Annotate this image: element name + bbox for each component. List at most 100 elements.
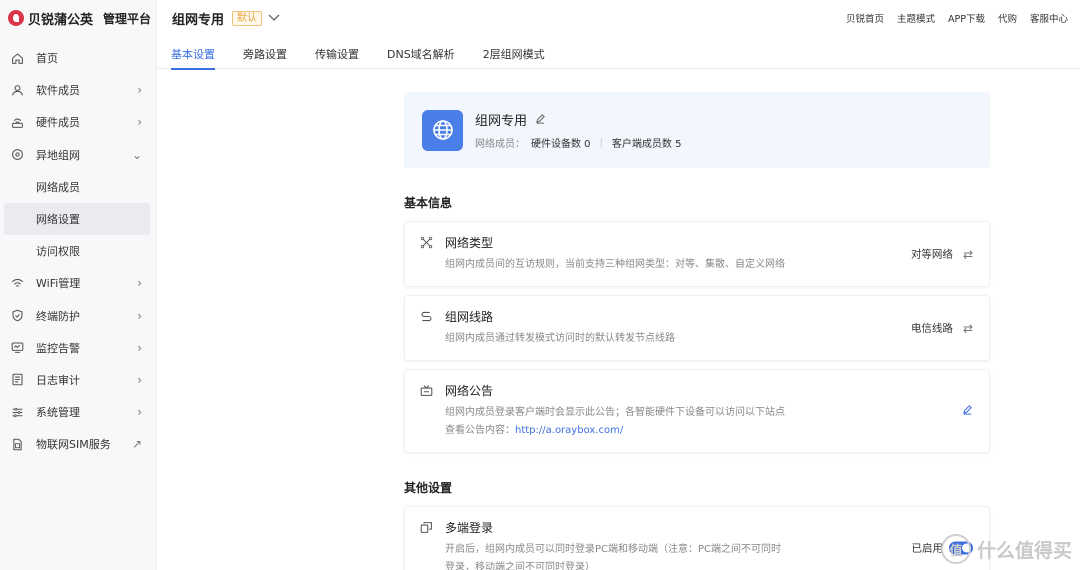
- top-links: 贝锐首页 主题模式 APP下载 代购 客服中心: [846, 0, 1068, 36]
- announcement-view-label: 查看公告内容：: [445, 425, 515, 436]
- row-title: 网络类型: [445, 236, 494, 250]
- sidebar-nav: 首页 软件成员 › 硬件成员 › 异地组网 ⌄ 网络成员 网络设置 访问权限 W…: [0, 42, 156, 460]
- top-header: 组网专用 默认 贝锐首页 主题模式 APP下载 代购 客服中心: [157, 0, 1080, 36]
- wifi-icon: [10, 276, 24, 290]
- settings-tabs: 基本设置 旁路设置 传输设置 DNS域名解析 2层组网模式: [157, 36, 1080, 70]
- multi-login-desc: 开启后，组网内成员可以同时登录PC端和移动端（注意：PC端之间不可同时: [445, 544, 782, 555]
- chevron-right-icon: ›: [137, 372, 142, 387]
- network-name: 组网专用: [475, 114, 528, 129]
- chevron-down-icon[interactable]: [268, 11, 280, 25]
- announcement-link[interactable]: http://a.oraybox.com/: [515, 425, 623, 436]
- main-content: 组网专用 网络成员： 硬件设备数 0 | 客户端成员数 5 基本信息 网络类型 …: [404, 92, 990, 570]
- sidebar-item-log-audit[interactable]: 日志审计 ›: [0, 364, 156, 396]
- sidebar-item-label: 软件成员: [36, 84, 80, 98]
- sidebar-item-label: 终端防护: [36, 309, 80, 323]
- announcement-desc: 组网内成员登录客户端时会显示此公告；各智能硬件下设备可以访问以下站点: [445, 407, 785, 418]
- link-support-center[interactable]: 客服中心: [1030, 11, 1068, 25]
- link-theme-mode[interactable]: 主题模式: [897, 11, 935, 25]
- sim-icon: [10, 437, 24, 451]
- sidebar-item-hardware-members[interactable]: 硬件成员 ›: [0, 106, 156, 138]
- shield-icon: [10, 309, 24, 323]
- brand[interactable]: 贝锐蒲公英 管理平台: [0, 0, 156, 36]
- watermark: 值 什么值得买: [940, 534, 1072, 564]
- link-oray-home[interactable]: 贝锐首页: [846, 11, 884, 25]
- tab-bypass-settings[interactable]: 旁路设置: [243, 36, 287, 69]
- basic-info-heading: 基本信息: [404, 196, 453, 210]
- sidebar-item-software-members[interactable]: 软件成员 ›: [0, 74, 156, 106]
- sidebar-item-label: 访问权限: [36, 245, 80, 259]
- sidebar-item-remote-network[interactable]: 异地组网 ⌄: [0, 139, 156, 171]
- user-icon: [10, 83, 24, 97]
- sidebar-item-access-permissions[interactable]: 访问权限: [0, 235, 156, 267]
- link-app-download[interactable]: APP下载: [948, 11, 985, 25]
- network-announcement-row[interactable]: 网络公告 组网内成员登录客户端时会显示此公告；各智能硬件下设备可以访问以下站点 …: [404, 369, 990, 453]
- log-icon: [10, 373, 24, 387]
- row-description: 开启后，组网内成员可以同时登录PC端和移动端（注意：PC端之间不可同时 登录，移…: [445, 541, 973, 570]
- sidebar-item-label: 日志审计: [36, 373, 80, 387]
- edit-name-icon[interactable]: [535, 113, 546, 127]
- chevron-right-icon: ›: [137, 405, 142, 420]
- row-description: 组网内成员登录客户端时会显示此公告；各智能硬件下设备可以访问以下站点 查看公告内…: [445, 404, 973, 440]
- sidebar-item-endpoint-protection[interactable]: 终端防护 ›: [0, 300, 156, 332]
- settings-icon: [10, 405, 24, 419]
- sidebar-item-system-management[interactable]: 系统管理 ›: [0, 396, 156, 428]
- sidebar-item-label: 首页: [36, 52, 58, 66]
- link-purchase[interactable]: 代购: [998, 11, 1017, 25]
- sidebar-item-network-settings[interactable]: 网络设置: [4, 202, 150, 236]
- sidebar-item-monitoring-alerts[interactable]: 监控告警 ›: [0, 332, 156, 364]
- monitor-icon: [10, 341, 24, 355]
- sidebar-item-label: 系统管理: [36, 406, 80, 420]
- brand-logo-icon: [8, 10, 24, 26]
- switch-icon[interactable]: ⇄: [963, 321, 973, 335]
- sidebar: 贝锐蒲公英 管理平台 首页 软件成员 › 硬件成员 › 异地组网 ⌄ 网络成员 …: [0, 0, 157, 570]
- multi-login-status: 已启用: [911, 542, 944, 555]
- router-icon: [10, 115, 24, 129]
- row-title: 网络公告: [445, 384, 494, 398]
- sidebar-item-label: 监控告警: [36, 341, 80, 355]
- multi-login-row[interactable]: 多端登录 开启后，组网内成员可以同时登录PC端和移动端（注意：PC端之间不可同时…: [404, 506, 990, 570]
- network-icon: [10, 148, 24, 162]
- client-count: 客户端成员数 5: [611, 139, 682, 150]
- tab-transfer-settings[interactable]: 传输设置: [315, 36, 359, 69]
- network-route-value: 电信线路: [910, 322, 953, 335]
- switch-icon[interactable]: ⇄: [963, 247, 973, 261]
- row-title: 组网线路: [445, 310, 494, 324]
- tab-dns-resolution[interactable]: DNS域名解析: [387, 36, 455, 69]
- route-icon: [419, 310, 433, 324]
- sidebar-item-label: 物联网SIM服务: [36, 438, 111, 452]
- default-badge: 默认: [232, 10, 263, 26]
- network-summary-card: 组网专用 网络成员： 硬件设备数 0 | 客户端成员数 5: [404, 92, 990, 168]
- announcement-icon: [419, 384, 433, 398]
- sidebar-item-wifi[interactable]: WiFi管理 ›: [0, 267, 156, 299]
- sidebar-item-label: 硬件成员: [36, 116, 80, 130]
- sidebar-item-iot-sim[interactable]: 物联网SIM服务 ↗: [0, 428, 156, 460]
- external-link-icon: ↗: [131, 437, 142, 452]
- multi-device-icon: [419, 521, 433, 535]
- sidebar-item-label: 异地组网: [36, 148, 80, 162]
- home-icon: [10, 51, 24, 65]
- brand-subtitle: 管理平台: [103, 11, 152, 26]
- sidebar-item-network-members[interactable]: 网络成员: [0, 171, 156, 203]
- tab-layer2-network[interactable]: 2层组网模式: [483, 36, 545, 69]
- network-route-row[interactable]: 组网线路 组网内成员通过转发模式访问时的默认转发节点线路 电信线路 ⇄: [404, 295, 990, 361]
- row-description: 组网内成员间的互访规则，当前支持三种组网类型：对等、集散、自定义网络: [445, 259, 785, 270]
- chevron-right-icon: ›: [137, 308, 142, 323]
- edit-announcement-icon[interactable]: [962, 404, 973, 418]
- watermark-text: 什么值得买: [976, 539, 1072, 562]
- other-settings-heading: 其他设置: [404, 481, 453, 495]
- chevron-right-icon: ›: [137, 83, 142, 98]
- network-type-icon: [419, 236, 433, 250]
- sidebar-item-label: 网络成员: [36, 180, 80, 194]
- multi-login-desc-cont: 登录，移动端之间不可同时登录）: [445, 562, 595, 570]
- network-type-row[interactable]: 网络类型 组网内成员间的互访规则，当前支持三种组网类型：对等、集散、自定义网络 …: [404, 221, 990, 287]
- sidebar-item-home[interactable]: 首页: [0, 42, 156, 74]
- chevron-right-icon: ›: [137, 276, 142, 291]
- page-title[interactable]: 组网专用: [172, 9, 224, 28]
- divider: |: [599, 137, 603, 148]
- members-label: 网络成员：: [475, 139, 525, 150]
- network-type-value: 对等网络: [910, 248, 953, 261]
- tab-basic-settings[interactable]: 基本设置: [171, 36, 215, 70]
- sidebar-item-label: WiFi管理: [36, 277, 81, 291]
- sidebar-item-label: 网络设置: [36, 213, 80, 227]
- brand-name: 贝锐蒲公英: [28, 12, 94, 28]
